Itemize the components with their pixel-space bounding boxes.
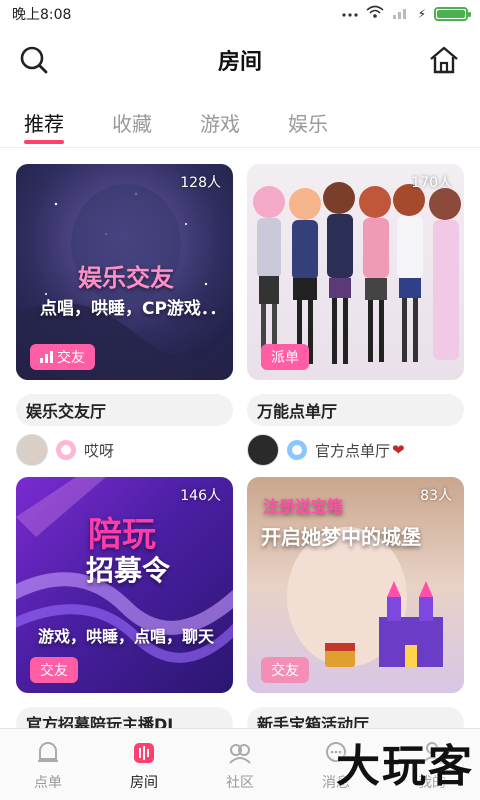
host-name: 哎呀 bbox=[84, 441, 115, 460]
thumb-subtitle: 游戏，哄睡，点唱，聊天 bbox=[38, 627, 215, 646]
room-host: 官方点单厅 ❤ bbox=[247, 434, 464, 466]
bell-icon bbox=[33, 738, 63, 768]
status-bar: 晚上8:08 ⚡ bbox=[0, 0, 480, 28]
nav-item-community[interactable]: 社区 bbox=[192, 729, 288, 800]
tab-favorites[interactable]: 收藏 bbox=[112, 100, 152, 146]
room-card[interactable]: 娱乐交友 点唱，哄睡，CP游戏．． 128人 交友 娱乐交友厅 哎呀 bbox=[16, 164, 233, 466]
room-card[interactable]: 注册送宝箱 开启她梦中的城堡 83人 交友 新手宝箱活动厅 bbox=[247, 477, 464, 739]
search-icon[interactable] bbox=[16, 42, 52, 78]
more-dots-icon bbox=[341, 6, 358, 22]
room-name[interactable]: 万能点单厅 bbox=[247, 394, 464, 426]
tab-entertainment[interactable]: 娱乐 bbox=[288, 100, 328, 146]
room-tag: 交友 bbox=[261, 657, 309, 683]
room-thumbnail[interactable]: 170人 派单 bbox=[247, 164, 464, 380]
watermark-logo: 大玩客 bbox=[336, 741, 474, 792]
room-tag-label: 派单 bbox=[271, 350, 299, 366]
listener-count: 146人 bbox=[180, 488, 221, 504]
bars-icon bbox=[40, 351, 53, 363]
host-name: 官方点单厅 bbox=[315, 441, 391, 460]
category-tabs: 推荐 收藏 游戏 娱乐 bbox=[0, 100, 480, 148]
heart-icon: ❤ bbox=[392, 441, 405, 459]
room-thumbnail[interactable]: 娱乐交友 点唱，哄睡，CP游戏．． 128人 交友 bbox=[16, 164, 233, 380]
signal-icon bbox=[392, 5, 410, 23]
thumb-subtitle: 开启她梦中的城堡 bbox=[261, 525, 421, 549]
room-tag-label: 交友 bbox=[40, 663, 68, 679]
thumb-title: 娱乐交友 bbox=[78, 264, 174, 292]
official-badge-icon bbox=[287, 440, 307, 460]
room-tag-label: 交友 bbox=[57, 350, 85, 366]
avatar[interactable] bbox=[16, 434, 48, 466]
thumb-subtitle: 点唱，哄睡，CP游戏．． bbox=[40, 299, 227, 319]
room-card[interactable]: 170人 派单 万能点单厅 官方点单厅 ❤ bbox=[247, 164, 464, 466]
room-card[interactable]: 陪玩 招募令 游戏，哄睡，点唱，聊天 146人 交友 官方招募陪玩主播DJ bbox=[16, 477, 233, 739]
thumb-title-2: 招募令 bbox=[86, 554, 171, 587]
room-thumbnail[interactable]: 注册送宝箱 开启她梦中的城堡 83人 交友 bbox=[247, 477, 464, 693]
tab-games[interactable]: 游戏 bbox=[200, 100, 240, 146]
listener-count: 128人 bbox=[180, 175, 221, 191]
community-icon bbox=[225, 738, 255, 768]
nav-item-rooms[interactable]: 房间 bbox=[96, 729, 192, 800]
nav-label: 房间 bbox=[130, 774, 158, 791]
room-tag: 交友 bbox=[30, 344, 95, 370]
status-time: 晚上8:08 bbox=[12, 7, 72, 23]
listener-count: 83人 bbox=[420, 488, 452, 504]
charging-icon: ⚡ bbox=[417, 7, 426, 21]
nav-label: 社区 bbox=[226, 774, 254, 791]
room-tag: 交友 bbox=[30, 657, 78, 683]
room-tag: 派单 bbox=[261, 344, 309, 370]
nav-label: 点单 bbox=[34, 774, 62, 791]
room-name[interactable]: 娱乐交友厅 bbox=[16, 394, 233, 426]
nav-item-order[interactable]: 点单 bbox=[0, 729, 96, 800]
avatar[interactable] bbox=[247, 434, 279, 466]
thumb-title: 注册送宝箱 bbox=[263, 497, 344, 516]
page-title: 房间 bbox=[217, 50, 262, 75]
listener-count: 170人 bbox=[411, 175, 452, 191]
chat-badge-icon bbox=[56, 440, 76, 460]
room-host: 哎呀 bbox=[16, 434, 233, 466]
room-thumbnail[interactable]: 陪玩 招募令 游戏，哄睡，点唱，聊天 146人 交友 bbox=[16, 477, 233, 693]
wifi-icon bbox=[366, 5, 384, 23]
battery-icon bbox=[434, 7, 471, 21]
mic-icon bbox=[129, 738, 159, 768]
home-icon[interactable] bbox=[426, 42, 462, 78]
room-tag-label: 交友 bbox=[271, 663, 299, 679]
tab-recommend[interactable]: 推荐 bbox=[24, 100, 64, 146]
status-icons: ⚡ bbox=[341, 5, 471, 23]
top-header: 房间 bbox=[0, 28, 480, 92]
